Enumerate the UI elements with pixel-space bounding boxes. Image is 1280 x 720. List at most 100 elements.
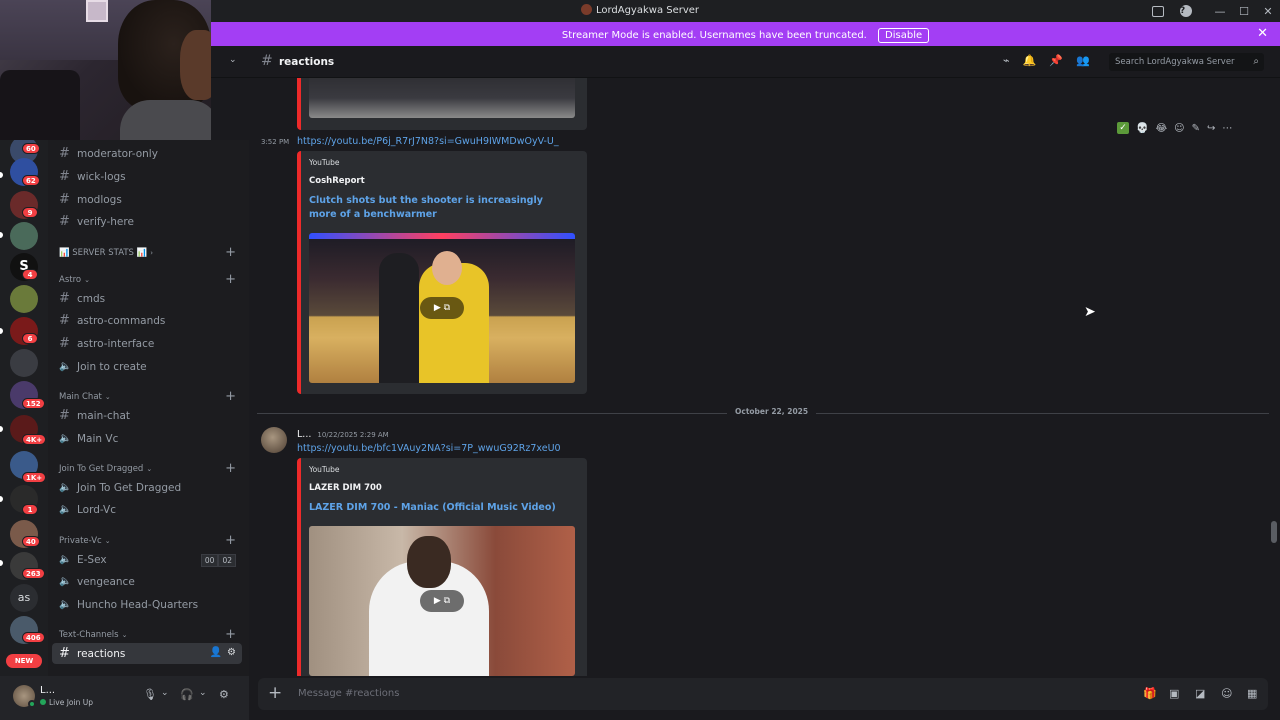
embed-provider[interactable]: YouTube <box>309 158 340 167</box>
add-channel-icon[interactable]: + <box>225 533 236 548</box>
minimize-button[interactable]: — <box>1208 5 1232 18</box>
voice-main-vc[interactable]: 🔈 Main Vc <box>52 428 242 449</box>
banner-close-icon[interactable]: ✕ <box>1257 26 1268 41</box>
video-thumbnail[interactable]: ▶ ⧉ <box>309 233 575 383</box>
voice-huncho-head-quarters[interactable]: 🔈 Huncho Head-Quarters <box>52 594 242 615</box>
channel-astro-interface[interactable]: # astro-interface <box>52 333 242 354</box>
channel-label: main-chat <box>77 409 131 422</box>
notification-bell-icon[interactable]: 🔔 <box>1023 54 1037 67</box>
category-join-to-get-dragged[interactable]: Join To Get Dragged ⌄ + <box>59 461 243 476</box>
server-icon-6[interactable] <box>10 285 38 313</box>
server-icon-4[interactable] <box>10 222 38 250</box>
channel-label: Join to create <box>77 360 147 373</box>
embed-title[interactable]: Clutch shots but the shooter is increasi… <box>309 194 569 222</box>
speaker-icon: 🔈 <box>59 599 72 610</box>
add-channel-icon[interactable]: + <box>225 627 236 642</box>
mention-badge: 4K+ <box>22 434 47 445</box>
embed-title[interactable]: LAZER DIM 700 - Maniac (Official Music V… <box>309 501 569 515</box>
more-options-icon[interactable]: ⋯ <box>1222 123 1232 134</box>
user-settings-gear-icon[interactable]: ⚙ <box>219 688 229 701</box>
threads-icon[interactable]: ⌁ <box>1003 54 1010 67</box>
help-icon[interactable]: ? <box>1180 5 1192 17</box>
channel-title: reactions <box>279 56 335 68</box>
voice-e-sex[interactable]: 🔈 E-Sex 00 02 <box>52 549 242 570</box>
disable-streamer-button[interactable]: Disable <box>878 28 930 43</box>
message-link[interactable]: https://youtu.be/bfc1VAuy2NA?si=7P_wwuG9… <box>297 443 561 454</box>
headphones-icon[interactable]: 🎧 <box>180 688 194 701</box>
add-reaction-icon[interactable]: ☺ <box>1174 123 1184 134</box>
channel-wick-logs[interactable]: # wick-logs <box>52 166 242 187</box>
video-thumbnail[interactable]: ▶ ⧉ <box>309 526 575 676</box>
laugh-reaction-icon[interactable]: 😂 <box>1155 123 1167 134</box>
server-icon-as[interactable]: as <box>10 584 38 612</box>
chevron-down-icon[interactable]: ⌄ <box>199 688 207 698</box>
category-text-channels[interactable]: Text-Channels ⌄ + <box>59 627 243 642</box>
category-main-chat[interactable]: Main Chat ⌄ + <box>59 389 243 404</box>
server-icon-8[interactable] <box>10 349 38 377</box>
emoji-icon[interactable]: ☺ <box>1221 687 1232 700</box>
channel-moderator-only[interactable]: # moderator-only <box>52 143 242 164</box>
avatar[interactable] <box>261 427 287 453</box>
member-list-icon[interactable]: 👥 <box>1076 54 1090 67</box>
microphone-icon[interactable]: 🎙 <box>143 688 157 701</box>
gift-icon[interactable]: 🎁 <box>1143 687 1157 700</box>
embed-provider[interactable]: YouTube <box>309 465 340 474</box>
gif-icon[interactable]: ▣ <box>1169 687 1179 700</box>
server-menu-chevron-icon[interactable]: ⌄ <box>229 55 237 65</box>
add-channel-icon[interactable]: + <box>225 389 236 404</box>
close-button[interactable]: ✕ <box>1256 5 1280 18</box>
play-icon[interactable]: ▶ ⧉ <box>420 590 464 612</box>
video-thumbnail[interactable] <box>309 78 575 118</box>
pin-icon[interactable]: 📌 <box>1049 54 1063 67</box>
embed-author[interactable]: LAZER DIM 700 <box>309 483 382 493</box>
sticker-icon[interactable]: ◪ <box>1195 687 1205 700</box>
voice-vengeance[interactable]: 🔈 vengeance <box>52 571 242 592</box>
inbox-icon[interactable] <box>1152 5 1164 17</box>
add-channel-icon[interactable]: + <box>225 272 236 287</box>
play-icon[interactable]: ▶ ⧉ <box>420 297 464 319</box>
check-reaction-icon[interactable]: ✓ <box>1117 122 1129 134</box>
category-label: Join To Get Dragged <box>59 464 144 474</box>
search-input[interactable]: Search LordAgyakwa Server ⌕ <box>1109 53 1264 71</box>
voice-join-to-get-dragged[interactable]: 🔈 Join To Get Dragged <box>52 477 242 498</box>
channel-verify-here[interactable]: # verify-here <box>52 211 242 232</box>
voice-lord-vc[interactable]: 🔈 Lord-Vc <box>52 499 242 520</box>
category-server-stats[interactable]: 📊 SERVER STATS 📊 › + <box>59 245 243 260</box>
skull-reaction-icon[interactable]: 💀 <box>1136 123 1148 134</box>
message-author-name[interactable]: L... <box>297 429 311 440</box>
add-channel-icon[interactable]: + <box>225 245 236 260</box>
mention-badge: 62 <box>22 175 40 186</box>
mention-badge: 4 <box>22 269 38 280</box>
category-astro[interactable]: Astro ⌄ + <box>59 272 243 287</box>
embed-author[interactable]: CoshReport <box>309 176 365 186</box>
mention-badge: 40 <box>22 536 40 547</box>
invite-icon[interactable]: 👤 <box>210 647 222 658</box>
channel-astro-commands[interactable]: # astro-commands <box>52 310 242 331</box>
forward-icon[interactable]: ↪ <box>1207 123 1215 134</box>
add-channel-icon[interactable]: + <box>225 461 236 476</box>
channel-main-chat[interactable]: # main-chat <box>52 405 242 426</box>
speaker-icon: 🔈 <box>59 361 72 372</box>
channel-modlogs[interactable]: # modlogs <box>52 189 242 210</box>
voice-join-to-create[interactable]: 🔈 Join to create <box>52 356 242 377</box>
channel-label: Lord-Vc <box>77 503 117 516</box>
message-input[interactable]: Message #reactions <box>298 688 399 699</box>
hash-icon: # <box>59 408 70 423</box>
channel-cmds[interactable]: # cmds <box>52 288 242 309</box>
apps-icon[interactable]: ▦ <box>1247 687 1257 700</box>
chevron-down-icon: ⌄ <box>146 465 153 473</box>
message-author[interactable]: L... 10/22/2025 2:29 AM <box>297 429 389 440</box>
voice-count-current: 00 <box>200 554 219 567</box>
chevron-down-icon[interactable]: ⌄ <box>161 688 169 698</box>
channel-reactions[interactable]: # reactions 👤 ⚙ <box>52 643 242 664</box>
user-panel: L... Live Join Up 🎙 ⌄ 🎧 ⌄ ⚙ <box>0 676 249 720</box>
channel-header: ⌄ # reactions ⌁ 🔔 📌 👥 Search LordAgyakwa… <box>211 46 1280 78</box>
attach-plus-icon[interactable]: + <box>268 683 282 703</box>
scrollbar[interactable] <box>1271 521 1277 543</box>
message-link[interactable]: https://youtu.be/P6j_R7rJ7N8?si=GwuH9IWM… <box>297 136 559 147</box>
maximize-button[interactable]: ☐ <box>1232 5 1256 18</box>
edit-pencil-icon[interactable]: ✎ <box>1192 123 1200 134</box>
gear-icon[interactable]: ⚙ <box>227 647 236 658</box>
new-badge[interactable]: NEW <box>6 654 42 668</box>
category-private-vc[interactable]: Private-Vc ⌄ + <box>59 533 243 548</box>
